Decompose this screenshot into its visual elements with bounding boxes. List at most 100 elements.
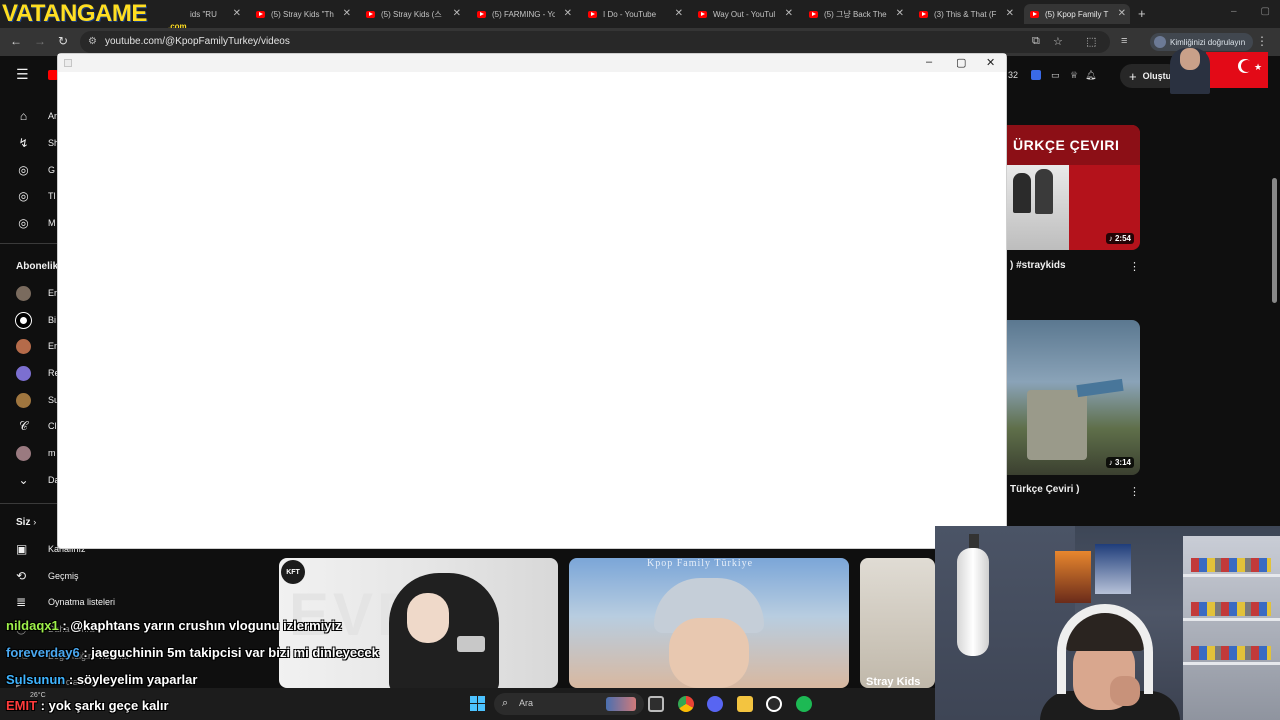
more-actions-icon[interactable]: ⋮	[1129, 260, 1140, 273]
bookmark-star-icon[interactable]: ☆	[1053, 35, 1063, 48]
browser-tab[interactable]: (5) 그냥 Back Ther ✕	[803, 4, 908, 24]
close-tab-icon[interactable]: ✕	[453, 8, 461, 19]
shelf-divider	[1183, 574, 1280, 577]
subscription-item[interactable]: Re	[0, 362, 60, 384]
discord-icon[interactable]	[707, 696, 723, 712]
browser-tab[interactable]: (5) Stray Kids (스 ✕	[360, 4, 465, 24]
subscription-item[interactable]: m	[0, 442, 60, 464]
maximize-icon[interactable]: ▢	[1261, 6, 1270, 17]
browser-tab[interactable]: (5) Stray Kids "Th ✕	[250, 4, 355, 24]
close-tab-icon[interactable]: ✕	[233, 8, 241, 19]
browser-tab[interactable]: Way Out - YouTul ✕	[692, 4, 797, 24]
address-bar[interactable]: ⚙ youtube.com/@KpopFamilyTurkey/videos ⧉…	[80, 31, 1110, 53]
sidebar-item-shorts[interactable]: ↯Shorts	[0, 132, 60, 154]
popup-title-bar[interactable]: – ▢ ✕	[58, 54, 1006, 72]
close-tab-icon[interactable]: ✕	[564, 8, 572, 19]
tv-icon[interactable]: ▭	[1051, 70, 1060, 81]
obs-icon[interactable]	[766, 696, 782, 712]
extensions-icon[interactable]: ⬚	[1086, 35, 1096, 48]
channel-avatar-image	[16, 312, 31, 328]
start-tile	[478, 696, 485, 703]
close-tab-icon[interactable]: ✕	[675, 8, 683, 19]
cast-icon[interactable]: ⧉	[1032, 35, 1040, 48]
browser-tab-active[interactable]: (5) Kpop Family T ✕	[1024, 4, 1130, 24]
browser-tab[interactable]: ids "RU ✕	[150, 4, 245, 24]
chat-message: EMIT : yok şarkı geçe kalır	[6, 698, 169, 713]
close-tab-icon[interactable]: ✕	[785, 8, 793, 19]
close-tab-icon[interactable]: ✕	[1118, 8, 1126, 19]
plus-icon: +	[1129, 68, 1137, 84]
shorts-icon: ↯	[18, 136, 29, 150]
sidebar-divider	[0, 243, 58, 244]
back-icon[interactable]: ←	[10, 34, 22, 48]
sidebar-show-more[interactable]: ⌄ Da	[0, 469, 60, 491]
channel-avatar	[16, 365, 31, 381]
close-tab-icon[interactable]: ✕	[343, 8, 351, 19]
video-thumbnail[interactable]: ♪ 3:14	[1007, 320, 1140, 475]
home-icon: ⌂	[19, 109, 28, 123]
browser-tab[interactable]: (3) This & That (F ✕	[913, 4, 1018, 24]
browser-tab[interactable]: (5) FARMING - Yo ✕	[471, 4, 576, 24]
subscription-item[interactable]: Bi	[0, 309, 60, 331]
site-info-icon[interactable]: ⚙	[88, 36, 97, 47]
channel-avatar-image	[16, 392, 31, 408]
channel-icon: ◎	[18, 163, 29, 177]
thumbnail-face	[407, 593, 449, 643]
sidebar-item-home[interactable]: ⌂Ana Sayfa	[0, 105, 60, 127]
close-tab-icon[interactable]: ✕	[896, 8, 904, 19]
chrome-icon[interactable]	[678, 696, 694, 712]
youtube-favicon-icon	[1030, 10, 1039, 18]
video-duration: ♪ 2:54	[1105, 233, 1134, 244]
popup-close-icon[interactable]: ✕	[986, 56, 995, 69]
video-thumbnail[interactable]: ÜRKÇE ÇEVIRI ♪ 2:54	[1007, 125, 1140, 250]
new-tab-icon[interactable]: +	[1138, 6, 1146, 21]
subscription-item[interactable]: En	[0, 335, 60, 357]
youtube-favicon-icon	[698, 10, 707, 18]
extension-icon[interactable]	[1031, 70, 1041, 80]
video-thumbnail[interactable]: Kpop Family Türkiye	[569, 558, 849, 688]
forward-icon[interactable]: →	[34, 34, 46, 48]
video-thumbnail[interactable]: Stray Kids	[860, 558, 935, 688]
more-actions-icon[interactable]: ⋮	[1129, 485, 1140, 498]
subscription-item[interactable]: 𝒞 Cl	[0, 415, 60, 437]
video-duration: ♪ 3:14	[1105, 457, 1134, 468]
tab-search-icon[interactable]: ≡	[1121, 35, 1127, 47]
spotify-icon[interactable]	[796, 696, 812, 712]
sidebar-item-channel[interactable]: ◎ G	[0, 159, 60, 181]
bell-icon[interactable]: 🔔︎	[1085, 70, 1096, 81]
youtube-logo-icon[interactable]	[48, 70, 58, 80]
popup-minimize-icon[interactable]: –	[926, 56, 932, 68]
trophy-icon[interactable]: ♕	[1070, 70, 1078, 81]
minimize-icon[interactable]: –	[1231, 6, 1237, 17]
close-tab-icon[interactable]: ✕	[1006, 8, 1014, 19]
you-heading[interactable]: Siz ›	[16, 517, 36, 528]
sidebar-item-channel[interactable]: ◎ Tl	[0, 185, 60, 207]
streamer-hand	[1110, 676, 1140, 706]
start-tile	[470, 696, 477, 703]
url-text: youtube.com/@KpopFamilyTurkey/videos	[105, 36, 290, 47]
page-icon	[64, 59, 72, 67]
sidebar-item-channel[interactable]: ◎ M	[0, 212, 60, 234]
task-view-icon[interactable]	[648, 696, 664, 712]
hamburger-menu-icon[interactable]: ☰	[16, 66, 29, 83]
thumbnail-face	[669, 618, 749, 688]
popup-maximize-icon[interactable]: ▢	[956, 56, 966, 69]
browser-tab[interactable]: I Do - YouTube ✕	[582, 4, 687, 24]
windows-start-icon[interactable]	[470, 696, 485, 711]
taskbar-search[interactable]: ⌕ Ara	[494, 693, 644, 715]
chat-text: : söyleyelim yaparlar	[65, 672, 198, 687]
reload-icon[interactable]: ↻	[58, 34, 68, 48]
thumbnail-overlay-text: ÜRKÇE ÇEVIRI	[1013, 137, 1120, 153]
file-explorer-icon[interactable]	[737, 696, 753, 712]
blank-popup-window[interactable]: – ▢ ✕	[58, 54, 1006, 548]
subscription-item[interactable]: Su	[0, 389, 60, 411]
flag-crescent-cut	[1241, 60, 1253, 72]
chat-username: EMIT	[6, 698, 38, 713]
video-title[interactable]: ) #straykids	[1010, 260, 1066, 271]
page-scrollbar[interactable]	[1272, 178, 1277, 303]
browser-tab-strip: ids "RU ✕ (5) Stray Kids "Th ✕ (5) Stray K…	[0, 0, 1280, 28]
subscription-item[interactable]: Em	[0, 282, 60, 304]
video-title[interactable]: Türkçe Çeviri )	[1010, 484, 1079, 495]
thumbnail-plane	[1076, 378, 1124, 398]
search-icon: ⌕	[502, 697, 509, 709]
